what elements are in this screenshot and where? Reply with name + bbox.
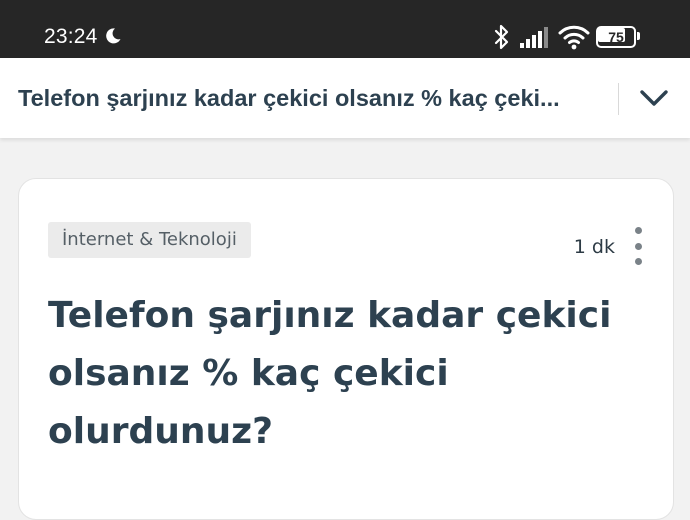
chevron-down-icon xyxy=(639,88,669,112)
read-time: 1 dk xyxy=(573,236,615,258)
more-options-button[interactable] xyxy=(627,227,649,265)
status-time: 23:24 xyxy=(44,25,98,48)
question-card[interactable]: İnternet & Teknoloji 1 dk Telefon şarjın… xyxy=(18,178,674,520)
battery-icon: 75 xyxy=(596,26,640,48)
more-vert-icon-dot xyxy=(634,258,642,265)
signal-icon xyxy=(520,27,550,53)
wifi-icon xyxy=(558,24,590,54)
more-vert-icon xyxy=(634,227,642,234)
app-bar-divider xyxy=(618,83,619,115)
bluetooth-icon xyxy=(493,23,511,55)
top-app-bar: Telefon şarjınız kadar çekici olsanız % … xyxy=(0,58,690,138)
more-vert-icon-dot xyxy=(634,242,642,250)
status-bar: 23:24 75 xyxy=(0,0,690,58)
question-title: Telefon şarjınız kadar çekici olsanız % … xyxy=(48,295,612,452)
expand-button[interactable] xyxy=(630,78,678,122)
app-bar-title: Telefon şarjınız kadar çekici olsanız % … xyxy=(18,85,560,111)
category-chip[interactable]: İnternet & Teknoloji xyxy=(48,222,251,258)
battery-percent: 75 xyxy=(608,29,624,45)
moon-icon xyxy=(104,27,122,49)
